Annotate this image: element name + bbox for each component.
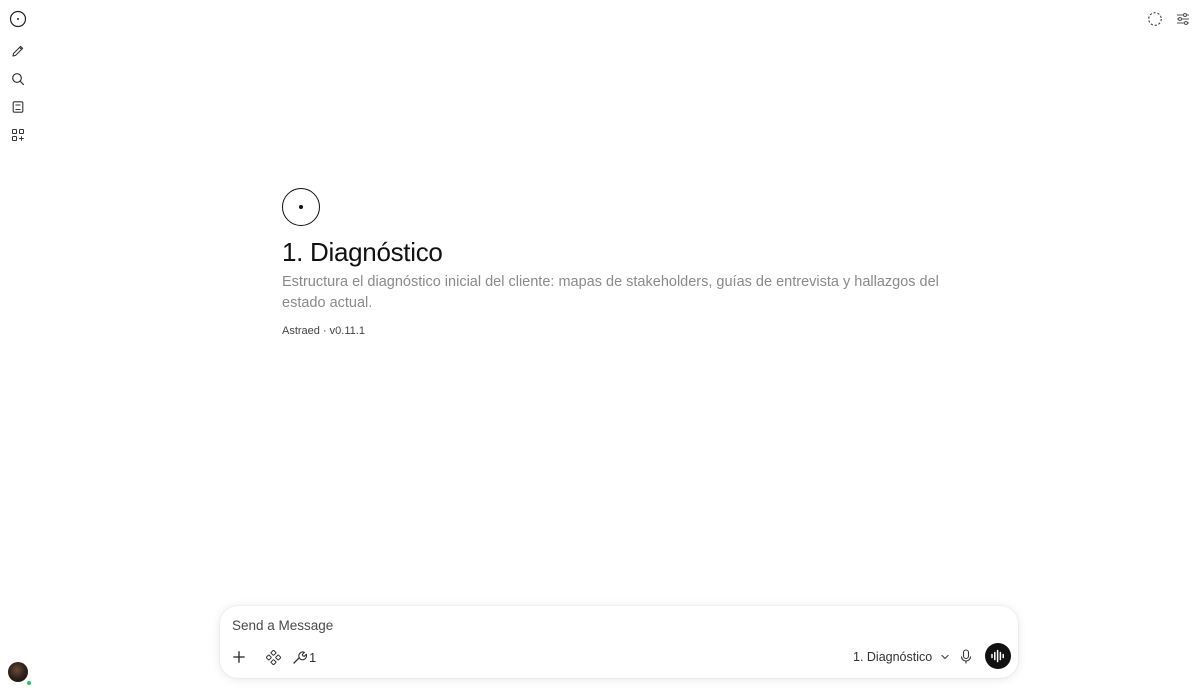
microphone-icon xyxy=(960,649,972,664)
model-description: Estructura el diagnóstico inicial del cl… xyxy=(282,274,939,311)
message-input[interactable] xyxy=(232,614,992,636)
add-attachment-button[interactable] xyxy=(230,646,248,668)
model-selector-label: 1. Diagnóstico xyxy=(853,650,933,664)
wrench-icon xyxy=(293,650,307,664)
chevron-down-icon xyxy=(941,654,949,660)
settings-sliders-icon xyxy=(1177,13,1189,25)
model-title: 1. Diagnóstico xyxy=(282,237,443,267)
temporary-chat-icon xyxy=(1148,12,1162,26)
model-logo-icon xyxy=(282,188,320,226)
dictate-button[interactable] xyxy=(957,646,975,668)
search-button[interactable] xyxy=(7,68,29,90)
chat-controls-button[interactable] xyxy=(1172,8,1194,30)
integrations-icon xyxy=(265,649,281,665)
new-chat-button[interactable] xyxy=(7,40,29,62)
model-info: 1. Diagnóstico Estructura el diagnóstico… xyxy=(282,188,962,337)
voice-mode-button[interactable] xyxy=(985,643,1011,669)
workspace-icon xyxy=(12,129,24,141)
model-selector[interactable]: 1. Diagnóstico xyxy=(853,646,950,668)
logo-icon xyxy=(9,10,27,28)
notes-button[interactable] xyxy=(7,96,29,118)
waveform-icon xyxy=(991,649,1004,663)
online-status-dot xyxy=(26,680,32,686)
app-window: 1. Diagnóstico Estructura el diagnóstico… xyxy=(0,0,1200,692)
search-icon xyxy=(12,73,24,85)
model-meta: Astraed · v0.11.1 xyxy=(282,325,365,337)
sidebar xyxy=(0,0,36,692)
workspace-button[interactable] xyxy=(7,124,29,146)
plus-icon xyxy=(233,651,245,663)
integrations-button[interactable] xyxy=(264,646,282,668)
tools-count: 1 xyxy=(309,649,317,665)
message-composer: 1 1. Diagnóstico xyxy=(220,606,1018,678)
temporary-chat-button[interactable] xyxy=(1144,8,1166,30)
sidebar-logo-button[interactable] xyxy=(7,8,29,30)
pencil-icon xyxy=(12,45,24,57)
notes-icon xyxy=(12,101,24,113)
tools-button[interactable]: 1 xyxy=(292,646,316,668)
avatar[interactable] xyxy=(8,662,28,682)
